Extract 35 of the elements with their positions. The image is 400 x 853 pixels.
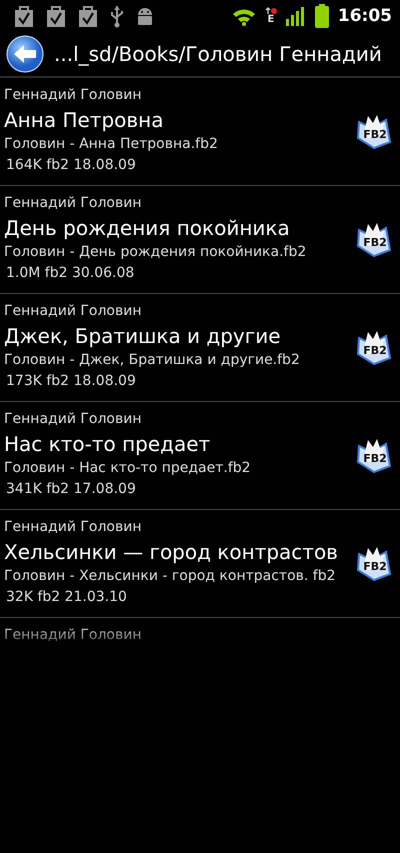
file-name: Головин - Джек, Братишка и другие.fb2 <box>4 351 301 370</box>
shopping-bag-check-icon <box>14 4 34 28</box>
book-author: Геннадий Головин <box>4 410 142 429</box>
folder-path: ...l_sd/Books/Головин Геннадий <box>54 42 382 66</box>
book-author: Геннадий Головин <box>4 302 142 321</box>
file-info: 1.0M fb2 30.06.08 <box>5 264 136 283</box>
usb-icon <box>110 4 124 28</box>
book-title: Нас кто-то предает <box>4 431 212 458</box>
book-title: Анна Петровна <box>4 107 164 134</box>
clock: 16:05 <box>338 6 392 26</box>
file-name: Головин - Нас кто-то предает.fb2 <box>4 459 252 478</box>
book-author: Геннадий Головин <box>4 194 142 213</box>
shopping-bag-check-icon <box>78 4 98 28</box>
file-name: Головин - Анна Петровна.fb2 <box>4 135 219 154</box>
book-item[interactable]: Геннадий Головин Джек, Братишка и другие Головин - Джек, Братишка и другие.fb2 173K fb2 18.08.09 FB2 <box>0 294 400 402</box>
book-item[interactable]: Геннадий Головин Хельсинки — город контрастов Головин - Хельсинки - город контрастов. fb2 32K fb2 21.03.10 FB2 <box>0 510 400 618</box>
data-arrows-icon <box>264 7 277 15</box>
book-title: День рождения покойника <box>4 215 291 242</box>
book-item[interactable]: Геннадий Головин День рождения покойника Головин - День рождения покойника.fb2 1.0M fb2 30.06.08 FB2 <box>0 186 400 294</box>
book-author: Геннадий Головин <box>4 518 142 537</box>
file-name: Головин - Хельсинки - город контрастов. fb2 <box>4 567 337 586</box>
battery-icon <box>314 4 329 28</box>
book-author: Геннадий Головин <box>4 86 142 105</box>
signal-icon <box>286 6 306 26</box>
file-info: 341K fb2 17.08.09 <box>5 480 137 499</box>
file-name: Головин - День рождения покойника.fb2 <box>4 243 308 262</box>
file-info: 164K fb2 18.08.09 <box>5 156 137 175</box>
book-item[interactable]: Геннадий Головин Анна Петровна Головин - Анна Петровна.fb2 164K fb2 18.08.09 FB2 <box>0 78 400 186</box>
file-info: 32K fb2 21.03.10 <box>5 588 128 607</box>
book-item[interactable]: Геннадий Головин Нас кто-то предает Головин - Нас кто-то предает.fb2 341K fb2 17.08.09 FB2 <box>0 402 400 510</box>
shopping-bag-check-icon <box>46 4 66 28</box>
network-type: E <box>267 15 274 25</box>
book-title: Хельсинки — город контрастов <box>4 539 339 566</box>
file-info: 173K fb2 18.08.09 <box>5 372 137 391</box>
book-title: Джек, Братишка и другие <box>4 323 282 350</box>
